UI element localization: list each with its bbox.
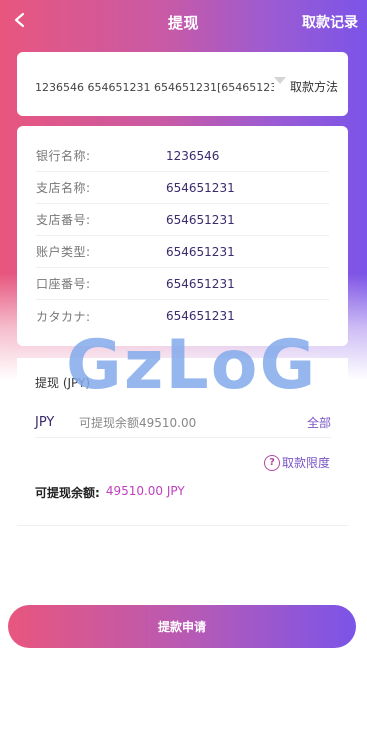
withdraw-records-link[interactable]: 取款记录 bbox=[302, 12, 358, 32]
balance-value: 49510.00 JPY bbox=[105, 484, 185, 498]
page-title: 提现 bbox=[167, 13, 199, 32]
detail-value: 654651231 bbox=[166, 276, 235, 291]
detail-value: 654651231 bbox=[166, 309, 235, 323]
detail-row-katakana: カタカナ: 654651231 bbox=[36, 300, 329, 332]
withdraw-amount-section: 提现 (JPY) JPY 全部 ? 取款限度 可提现余额: 49510.00 J… bbox=[17, 358, 348, 526]
amount-input[interactable] bbox=[79, 415, 307, 430]
question-icon: ? bbox=[263, 454, 280, 471]
detail-value: 1236546 bbox=[166, 148, 220, 163]
detail-row-branch-number: 支店番号: 654651231 bbox=[36, 204, 329, 236]
detail-row-account-type: 账户类型: 654651231 bbox=[36, 236, 329, 268]
detail-label: 支店名称: bbox=[36, 181, 91, 195]
detail-label: 支店番号: bbox=[36, 213, 91, 227]
balance-label: 可提现余额: bbox=[35, 486, 100, 500]
available-balance: 可提现余额: 49510.00 JPY bbox=[35, 484, 185, 501]
withdraw-all-button[interactable]: 全部 bbox=[307, 414, 331, 431]
detail-label: 口座番号: bbox=[36, 277, 91, 291]
withdraw-limit-link[interactable]: ? 取款限度 bbox=[263, 454, 330, 471]
detail-value: 654651231 bbox=[166, 244, 235, 259]
withdraw-method-selector[interactable]: 1236546 654651231 654651231[654651231] 取… bbox=[17, 52, 348, 116]
amount-row: JPY 全部 bbox=[35, 408, 331, 438]
detail-row-account-number: 口座番号: 654651231 bbox=[36, 268, 329, 300]
withdraw-limit-label: 取款限度 bbox=[281, 456, 330, 470]
detail-row-bank-name: 银行名称: 1236546 bbox=[36, 140, 329, 172]
detail-value: 654651231 bbox=[166, 180, 235, 195]
chevron-left-icon bbox=[14, 12, 25, 28]
withdraw-method-label: 取款方法 bbox=[289, 79, 338, 94]
withdraw-section-title: 提现 (JPY) bbox=[35, 376, 91, 390]
detail-row-branch-name: 支店名称: 654651231 bbox=[36, 172, 329, 204]
submit-withdraw-button[interactable]: 提款申请 bbox=[8, 605, 356, 648]
detail-label: カタカナ: bbox=[36, 309, 91, 324]
selected-method-value: 1236546 654651231 654651231[654651231] bbox=[35, 80, 274, 94]
top-bar: 提现 取款记录 bbox=[0, 0, 367, 44]
detail-label: 账户类型: bbox=[36, 245, 91, 259]
dropdown-caret-icon bbox=[273, 76, 286, 84]
detail-label: 银行名称: bbox=[36, 149, 91, 163]
back-button[interactable] bbox=[8, 8, 32, 32]
currency-label: JPY bbox=[35, 415, 55, 430]
bank-details-card: 银行名称: 1236546 支店名称: 654651231 支店番号: 6546… bbox=[17, 126, 348, 346]
detail-value: 654651231 bbox=[166, 212, 235, 227]
